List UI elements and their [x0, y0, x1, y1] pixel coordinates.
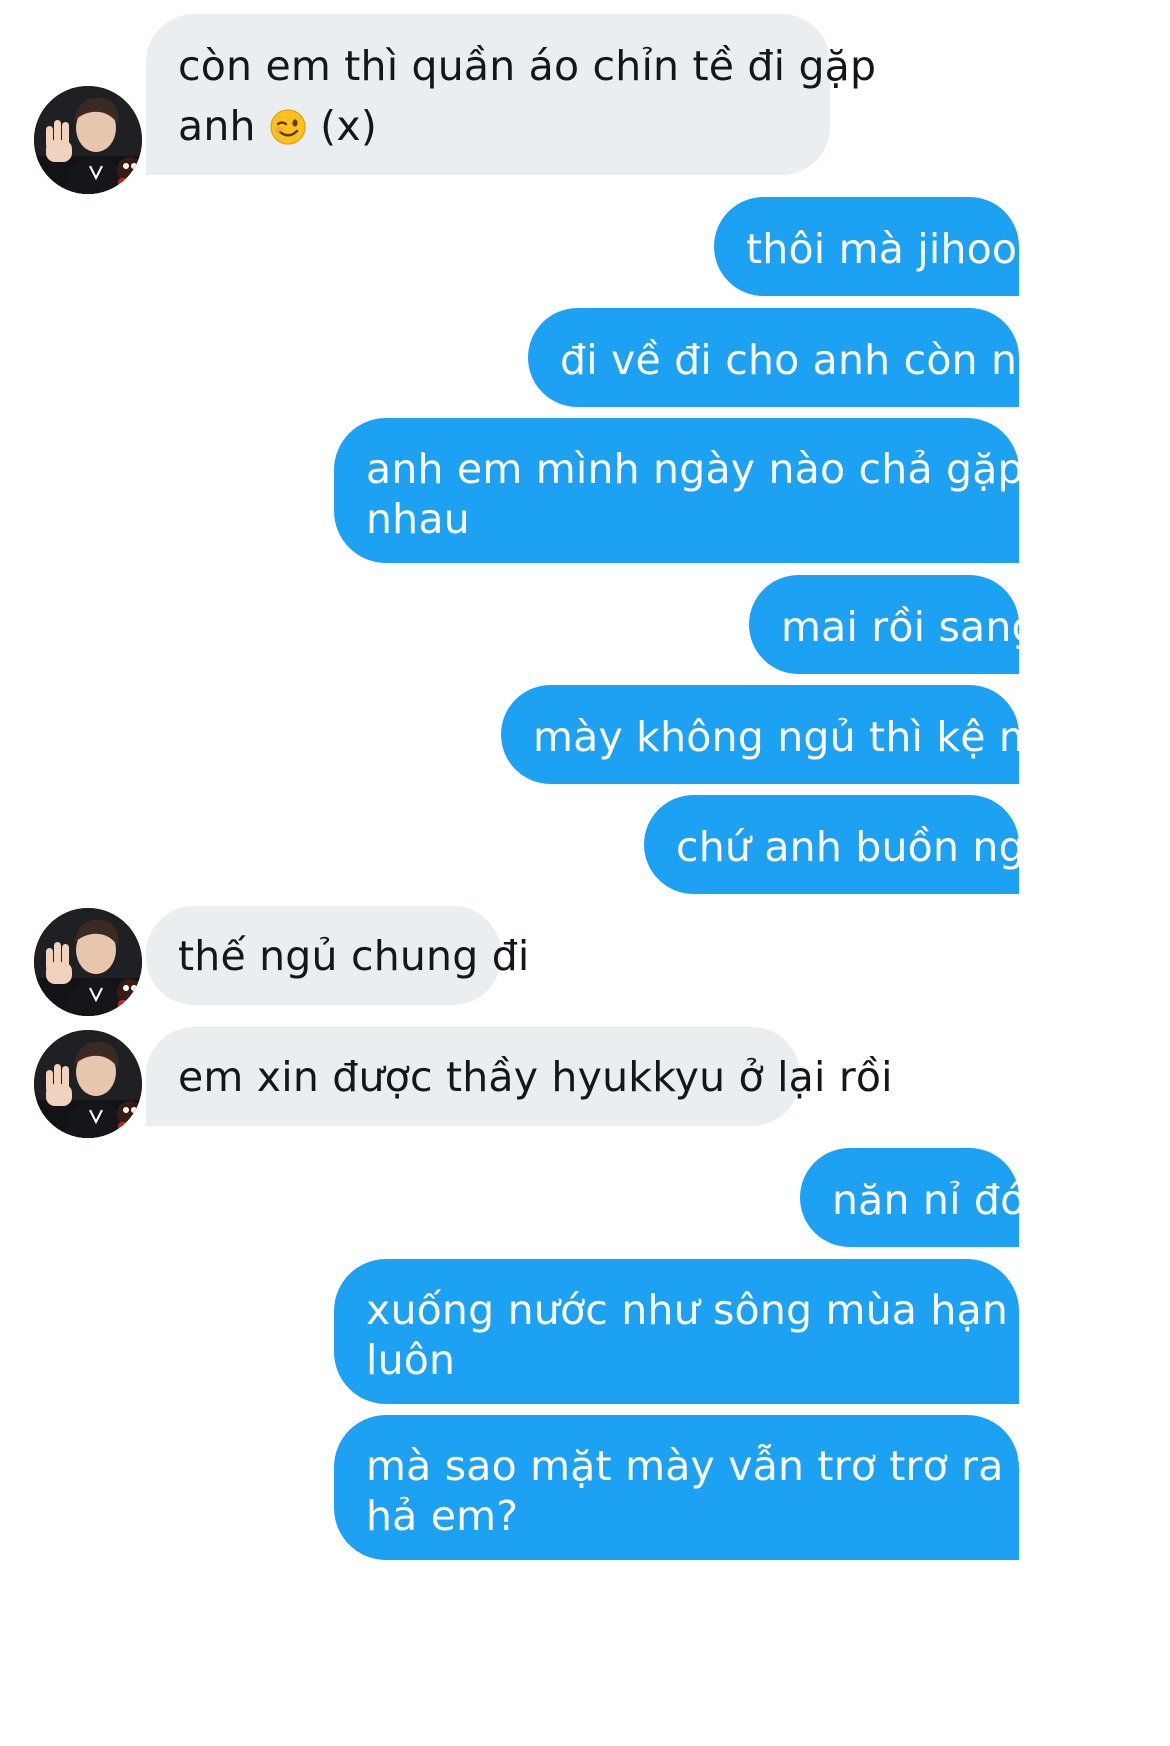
chat-thread: còn em thì quần áo chỉn tề đi gặp anh (x… — [0, 0, 1170, 1746]
message-text-fragment: anh — [178, 102, 256, 150]
avatar[interactable] — [34, 1030, 142, 1138]
message-text: em xin được thầy hyukkyu ở lại rồi — [178, 1053, 893, 1101]
message-text: thôi mà jihoon — [746, 225, 1044, 273]
message-text-line: mà sao mặt mày vẫn trơ trơ ra thế — [366, 1442, 1085, 1490]
outgoing-message-bubble[interactable]: thôi mà jihoon — [714, 197, 1043, 296]
message-text-line: còn em thì quần áo chỉn tề đi gặp — [178, 42, 877, 90]
message-text-line: hả em? — [366, 1492, 519, 1541]
outgoing-message-bubble[interactable]: đi về đi cho anh còn ngủ — [528, 308, 1069, 407]
outgoing-message-bubble[interactable]: chứ anh buồn ngủ — [644, 795, 1051, 894]
message-text-fragment: (x) — [320, 102, 378, 150]
outgoing-message-bubble[interactable]: mà sao mặt mày vẫn trơ trơ ra thế hả em? — [334, 1415, 1085, 1560]
message-text: mày không ngủ thì kệ mày — [533, 713, 1089, 761]
message-text: thế ngủ chung đi — [178, 932, 530, 980]
outgoing-message-bubble[interactable]: năn nỉ đó — [800, 1148, 1025, 1247]
avatar[interactable] — [34, 908, 142, 1016]
message-text: chứ anh buồn ngủ — [676, 823, 1051, 871]
message-text-line: xuống nước như sông mùa hạn hán — [366, 1286, 1099, 1334]
outgoing-message-bubble[interactable]: mai rồi sang — [749, 575, 1038, 674]
outgoing-message-bubble[interactable]: mày không ngủ thì kệ mày — [501, 685, 1089, 784]
message-text-line: anh em mình ngày nào chả gặp — [366, 445, 1024, 493]
wink-emoji-icon — [269, 102, 307, 162]
incoming-message-bubble[interactable]: em xin được thầy hyukkyu ở lại rồi — [146, 1027, 893, 1126]
outgoing-message-bubble[interactable]: anh em mình ngày nào chả gặp nhau — [334, 418, 1024, 563]
message-text: năn nỉ đó — [832, 1176, 1026, 1224]
avatar-photo-icon — [34, 908, 142, 1016]
incoming-message-bubble[interactable]: còn em thì quần áo chỉn tề đi gặp anh (x… — [146, 14, 877, 175]
avatar-photo-icon — [34, 86, 142, 194]
incoming-message-bubble[interactable]: thế ngủ chung đi — [146, 906, 529, 1005]
message-text: mai rồi sang — [781, 603, 1038, 651]
avatar-photo-icon — [34, 1030, 142, 1138]
message-text: đi về đi cho anh còn ngủ — [560, 336, 1070, 384]
avatar[interactable] — [34, 86, 142, 194]
message-text-line: luôn — [366, 1336, 456, 1385]
message-text-line: anh (x) — [178, 96, 798, 162]
message-text-line: nhau — [366, 495, 470, 544]
outgoing-message-bubble[interactable]: xuống nước như sông mùa hạn hán luôn — [334, 1259, 1099, 1404]
